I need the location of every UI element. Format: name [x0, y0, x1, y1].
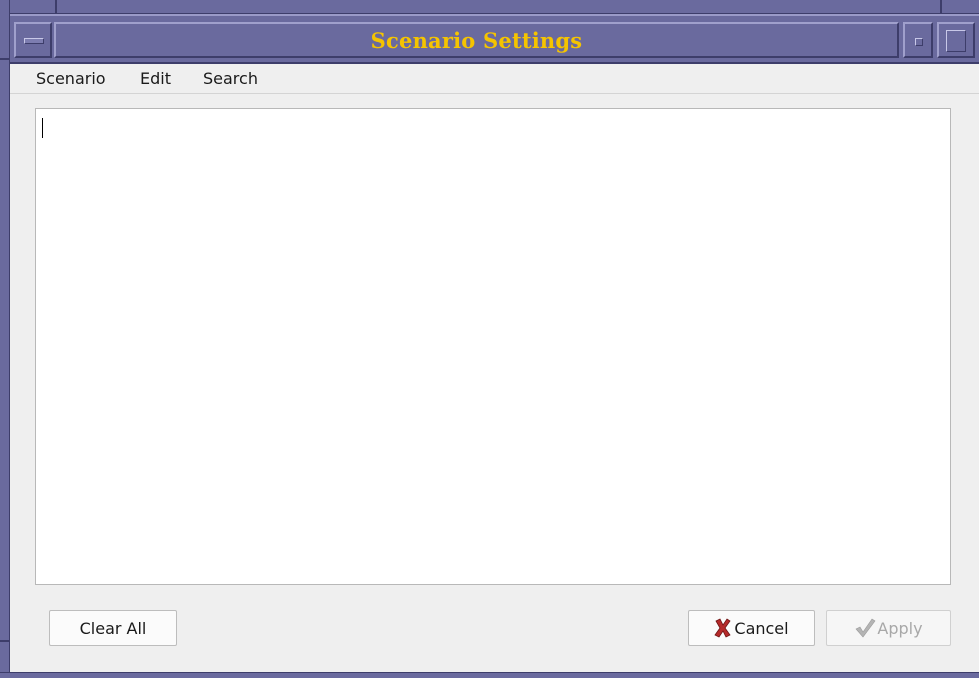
window-frame-top[interactable]: [0, 0, 979, 14]
frame-notch: [0, 58, 10, 60]
menu-search[interactable]: Search: [199, 67, 262, 90]
text-caret: [42, 118, 43, 138]
window-title: Scenario Settings: [370, 28, 583, 53]
cancel-label: Cancel: [734, 618, 789, 638]
cancel-button[interactable]: Cancel: [688, 610, 815, 646]
scenario-text-editor[interactable]: [35, 108, 951, 585]
red-x-icon: [714, 618, 731, 638]
window-frame-bottom[interactable]: [0, 672, 979, 678]
frame-notch: [0, 640, 10, 642]
window-menu-button[interactable]: [14, 22, 52, 58]
clear-all-label: Clear All: [79, 618, 147, 638]
minimize-button[interactable]: [903, 22, 933, 58]
menubar: Scenario Edit Search: [10, 64, 979, 94]
menu-edit[interactable]: Edit: [136, 67, 175, 90]
dialog-body: Clear All Cancel Apply: [10, 94, 979, 672]
apply-button[interactable]: Apply: [826, 610, 951, 646]
frame-notch: [55, 0, 57, 14]
window-frame-left[interactable]: [0, 0, 10, 678]
titlebar[interactable]: Scenario Settings: [10, 14, 979, 64]
apply-label: Apply: [877, 618, 923, 638]
window-menu-icon: [24, 38, 44, 44]
maximize-button[interactable]: [937, 22, 975, 58]
minimize-icon: [915, 38, 923, 46]
maximize-icon: [946, 30, 966, 52]
checkmark-icon: [855, 618, 876, 638]
title-area[interactable]: Scenario Settings: [54, 22, 899, 58]
frame-notch: [940, 0, 942, 14]
menu-scenario[interactable]: Scenario: [32, 67, 110, 90]
scenario-settings-window: Scenario Settings Scenario Edit Search C…: [0, 0, 979, 678]
clear-all-button[interactable]: Clear All: [49, 610, 177, 646]
